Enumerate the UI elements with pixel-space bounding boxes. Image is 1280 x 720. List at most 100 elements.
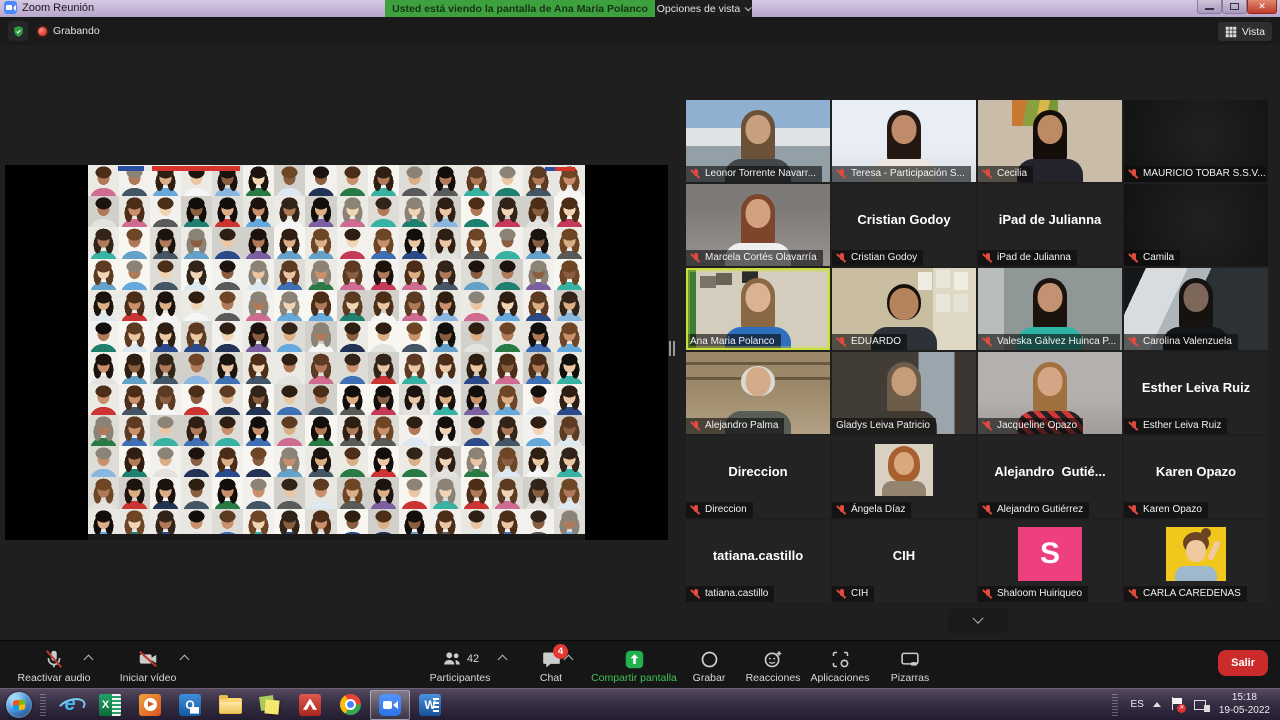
taskbar-internet-explorer-icon[interactable]: e bbox=[50, 690, 90, 720]
taskbar-excel-icon[interactable]: X bbox=[90, 690, 130, 720]
collage-portrait bbox=[523, 196, 554, 227]
participant-tile-ipad-julianna[interactable]: iPad de Julianna iPad de Julianna bbox=[978, 184, 1122, 266]
taskbar-sticky-notes-icon[interactable] bbox=[250, 690, 290, 720]
collage-portrait bbox=[119, 477, 150, 508]
participant-tile-jacqueline[interactable]: Jacqueline Opazo bbox=[978, 352, 1122, 434]
collage-portrait bbox=[523, 290, 554, 321]
participants-options-chevron[interactable] bbox=[498, 655, 508, 665]
letter-avatar: S bbox=[1018, 527, 1082, 581]
system-tray: ES 15:18 19-05-2022 bbox=[1108, 692, 1280, 717]
whiteboards-button[interactable]: Pizarras bbox=[878, 641, 942, 689]
collage-portrait bbox=[368, 259, 399, 290]
leave-meeting-button[interactable]: Salir bbox=[1218, 650, 1268, 676]
collapse-video-panel-button[interactable] bbox=[948, 608, 1008, 633]
participant-tile-cih[interactable]: CIH CIH bbox=[832, 520, 976, 602]
collage-portrait bbox=[212, 227, 243, 258]
hidden-icons-arrow[interactable] bbox=[1153, 698, 1161, 707]
participant-tile-shaloom[interactable]: S Shaloom Huiriqueo bbox=[978, 520, 1122, 602]
collage-bottom-bar bbox=[88, 534, 585, 540]
collage-portrait bbox=[305, 259, 336, 290]
reactions-button[interactable]: Reacciones bbox=[740, 641, 806, 689]
participant-tile-direccion[interactable]: Direccion Direccion bbox=[686, 436, 830, 518]
start-video-button[interactable]: Iniciar vídeo bbox=[96, 641, 200, 689]
participant-tile-valeska[interactable]: Valeska Gálvez Huinca P... bbox=[978, 268, 1122, 350]
share-screen-button[interactable]: Compartir pantalla bbox=[584, 641, 684, 689]
grid-view-icon bbox=[1225, 26, 1237, 38]
unmute-audio-button[interactable]: Reactivar audio bbox=[4, 641, 104, 689]
security-shield-chip[interactable] bbox=[8, 21, 28, 41]
participants-count: 42 bbox=[467, 653, 479, 665]
participant-tile-cristian[interactable]: Cristian Godoy Cristian Godoy bbox=[832, 184, 976, 266]
taskbar-outlook-icon[interactable]: O bbox=[170, 690, 210, 720]
collage-portrait bbox=[243, 352, 274, 383]
participant-tile-teresa[interactable]: Teresa - Participación S... bbox=[832, 100, 976, 182]
view-options-button[interactable]: Opciones de vista bbox=[655, 0, 752, 17]
participant-tile-camila[interactable]: Camila bbox=[1124, 184, 1268, 266]
participant-tile-marcela[interactable]: Marcela Cortés Olavarría bbox=[686, 184, 830, 266]
collage-portrait bbox=[492, 290, 523, 321]
record-button[interactable]: Grabar bbox=[684, 641, 734, 689]
collage-portrait bbox=[399, 415, 430, 446]
participant-tile-tatiana[interactable]: tatiana.castillo tatiana.castillo bbox=[686, 520, 830, 602]
network-icon[interactable] bbox=[1194, 698, 1210, 712]
participant-tile-ana-maria-polanco-active-speaker[interactable]: Ana Maria Polanco bbox=[686, 268, 830, 350]
taskbar-chrome-icon[interactable] bbox=[330, 690, 370, 720]
participant-nameplate: Ana Maria Polanco bbox=[686, 334, 781, 350]
participant-tile-carla[interactable]: CARLA CAREDENAS bbox=[1124, 520, 1268, 602]
participants-button[interactable]: 42 Participantes bbox=[402, 641, 518, 689]
view-layout-label: Vista bbox=[1242, 26, 1265, 38]
participant-tile-eduardo[interactable]: EDUARDO bbox=[832, 268, 976, 350]
video-options-chevron[interactable] bbox=[180, 655, 190, 665]
collage-portrait bbox=[305, 384, 336, 415]
minimize-button[interactable] bbox=[1197, 0, 1222, 14]
muted-mic-icon bbox=[1128, 252, 1139, 263]
taskbar-file-explorer-icon[interactable] bbox=[210, 690, 250, 720]
taskbar-media-player-icon[interactable] bbox=[130, 690, 170, 720]
participant-tile-cecilia[interactable]: Cecilia bbox=[978, 100, 1122, 182]
participant-nameplate: CARLA CAREDENAS bbox=[1124, 586, 1247, 602]
collage-portrait bbox=[181, 477, 212, 508]
muted-camera-icon bbox=[136, 648, 160, 670]
participant-tile-alejandro-palma[interactable]: Alejandro Palma bbox=[686, 352, 830, 434]
collage-portrait bbox=[461, 321, 492, 352]
collage-portrait bbox=[150, 321, 181, 352]
audio-options-chevron[interactable] bbox=[84, 655, 94, 665]
apps-button[interactable]: Aplicaciones bbox=[806, 641, 874, 689]
participant-nameplate: Leonor Torrente Navarr... bbox=[686, 166, 822, 182]
start-button[interactable] bbox=[6, 692, 32, 718]
maximize-button[interactable] bbox=[1222, 0, 1247, 14]
participant-tile-angela[interactable]: Ángela Díaz bbox=[832, 436, 976, 518]
tray-date: 19-05-2022 bbox=[1219, 705, 1270, 718]
collage-portrait bbox=[399, 384, 430, 415]
collage-portrait bbox=[492, 384, 523, 415]
close-button[interactable]: ✕ bbox=[1247, 0, 1277, 14]
participant-tile-mauricio[interactable]: MAURICIO TOBAR S.S.V... bbox=[1124, 100, 1268, 182]
window-controls: ✕ bbox=[1197, 0, 1277, 14]
view-layout-button[interactable]: Vista bbox=[1218, 22, 1272, 41]
participant-tile-esther[interactable]: Esther Leiva Ruiz Esther Leiva Ruiz bbox=[1124, 352, 1268, 434]
participant-tile-carolina[interactable]: Carolina Valenzuela bbox=[1124, 268, 1268, 350]
taskbar-pdf-editor-icon[interactable] bbox=[290, 690, 330, 720]
taskbar-word-icon[interactable]: W bbox=[410, 690, 450, 720]
taskbar-clock[interactable]: 15:18 19-05-2022 bbox=[1219, 692, 1270, 717]
participant-tile-gladys[interactable]: Gladys Leiva Patricio bbox=[832, 352, 976, 434]
taskbar-zoom-icon-active[interactable] bbox=[370, 690, 410, 720]
collage-portrait bbox=[212, 446, 243, 477]
collage-portrait bbox=[430, 477, 461, 508]
collage-portrait bbox=[119, 196, 150, 227]
chat-button[interactable]: 4 Chat bbox=[518, 641, 584, 689]
muted-mic-icon bbox=[690, 252, 701, 263]
participant-nameplate: Esther Leiva Ruiz bbox=[1124, 418, 1227, 434]
collage-portrait bbox=[368, 196, 399, 227]
collage-portrait bbox=[243, 290, 274, 321]
action-center-flag-icon[interactable] bbox=[1170, 697, 1185, 712]
keyboard-language-indicator[interactable]: ES bbox=[1131, 699, 1144, 710]
participant-tile-karen[interactable]: Karen Opazo Karen Opazo bbox=[1124, 436, 1268, 518]
panel-resize-handle[interactable] bbox=[669, 341, 675, 356]
collage-portrait bbox=[368, 415, 399, 446]
participant-tile-leonor[interactable]: Leonor Torrente Navarr... bbox=[686, 100, 830, 182]
collage-portrait bbox=[523, 415, 554, 446]
collage-portrait bbox=[88, 227, 119, 258]
participant-tile-alejandro-gutierrez[interactable]: Alejandro Gutié... Alejandro Gutiérrez bbox=[978, 436, 1122, 518]
collage-portrait bbox=[523, 384, 554, 415]
